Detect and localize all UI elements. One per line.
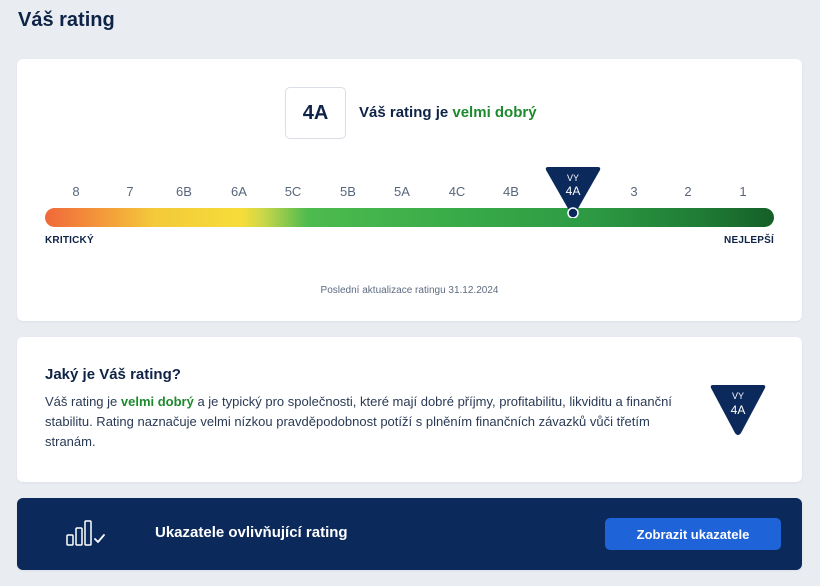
- info-description: Váš rating je velmi dobrý a je typický p…: [45, 392, 685, 452]
- page-title: Váš rating: [18, 9, 115, 31]
- scale-label: 7: [126, 184, 134, 199]
- marker-prefix: VY: [566, 173, 579, 183]
- scale-label: 5A: [394, 184, 410, 199]
- scale-label: 6A: [231, 184, 247, 199]
- last-update-note: Poslední aktualizace ratingu 31.12.2024: [320, 285, 499, 296]
- rating-badge: VY 4A: [709, 383, 767, 437]
- badge-prefix: VY: [731, 391, 744, 401]
- rating-info-card: Jaký je Váš rating? Váš rating je velmi …: [17, 337, 802, 482]
- scale-label: 4B: [503, 184, 519, 199]
- info-body-prefix: Váš rating je: [45, 394, 121, 409]
- scale-label: 1: [739, 184, 747, 199]
- rating-gradient-bar: [45, 208, 774, 227]
- scale-label: 8: [72, 184, 80, 199]
- info-title: Jaký je Váš rating?: [45, 366, 181, 383]
- indicators-banner: Ukazatele ovlivňující rating Zobrazit uk…: [17, 498, 802, 570]
- scale-low-label: KRITICKÝ: [45, 235, 94, 246]
- bar-chart-check-icon: [65, 518, 107, 548]
- scale-label: 2: [684, 184, 692, 199]
- scale-label: 4C: [448, 184, 466, 199]
- scale-label: 6B: [176, 184, 192, 199]
- indicators-title: Ukazatele ovlivňující rating: [155, 524, 348, 541]
- rating-value-box: 4A: [285, 87, 346, 139]
- marker-value: 4A: [565, 184, 581, 198]
- scale-high-label: NEJLEPŠÍ: [724, 235, 774, 246]
- current-rating-marker: VY 4A: [544, 165, 602, 218]
- rating-grade: velmi dobrý: [452, 104, 537, 121]
- info-body-grade: velmi dobrý: [120, 394, 194, 409]
- rating-card: 4A Váš rating je velmi dobrý 8 7 6B 6A 5…: [17, 59, 802, 321]
- scale-label: 3: [630, 184, 638, 199]
- badge-value: 4A: [730, 403, 746, 417]
- show-indicators-button[interactable]: Zobrazit ukazatele: [605, 518, 781, 550]
- rating-summary-prefix: Váš rating je: [359, 104, 453, 121]
- scale-label: 5B: [340, 184, 356, 199]
- rating-summary: Váš rating je velmi dobrý: [359, 104, 537, 121]
- scale-label: 5C: [284, 184, 302, 199]
